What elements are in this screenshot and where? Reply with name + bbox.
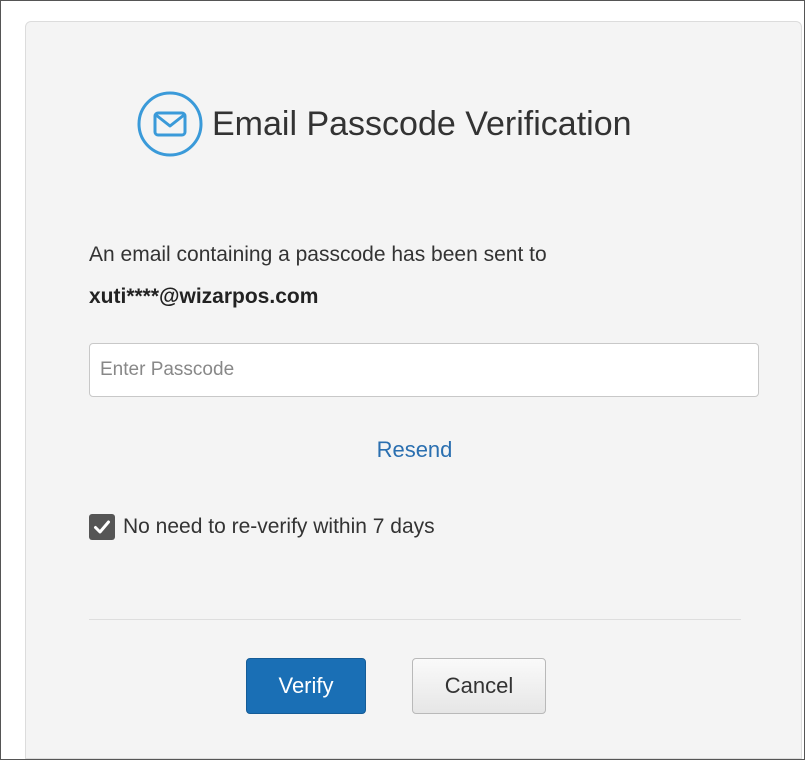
check-icon (94, 520, 110, 534)
dialog-header: Email Passcode Verification (136, 90, 632, 158)
passcode-input[interactable] (89, 343, 759, 397)
masked-email: xuti****@wizarpos.com (89, 285, 319, 308)
resend-link[interactable]: Resend (26, 437, 803, 463)
checkbox-checked[interactable] (89, 514, 115, 540)
sent-message-text: An email containing a passcode has been … (89, 243, 547, 266)
envelope-circle-icon (137, 91, 203, 157)
remember-device-checkbox[interactable]: No need to re-verify within 7 days (89, 514, 435, 540)
sent-message: An email containing a passcode has been … (89, 234, 547, 318)
verification-dialog: Email Passcode Verification An email con… (25, 21, 802, 759)
remember-device-label: No need to re-verify within 7 days (123, 515, 435, 538)
verify-button[interactable]: Verify (246, 658, 366, 714)
cancel-button[interactable]: Cancel (412, 658, 546, 714)
dialog-title: Email Passcode Verification (212, 104, 632, 143)
window-frame: Email Passcode Verification An email con… (0, 0, 805, 760)
divider (89, 619, 741, 620)
